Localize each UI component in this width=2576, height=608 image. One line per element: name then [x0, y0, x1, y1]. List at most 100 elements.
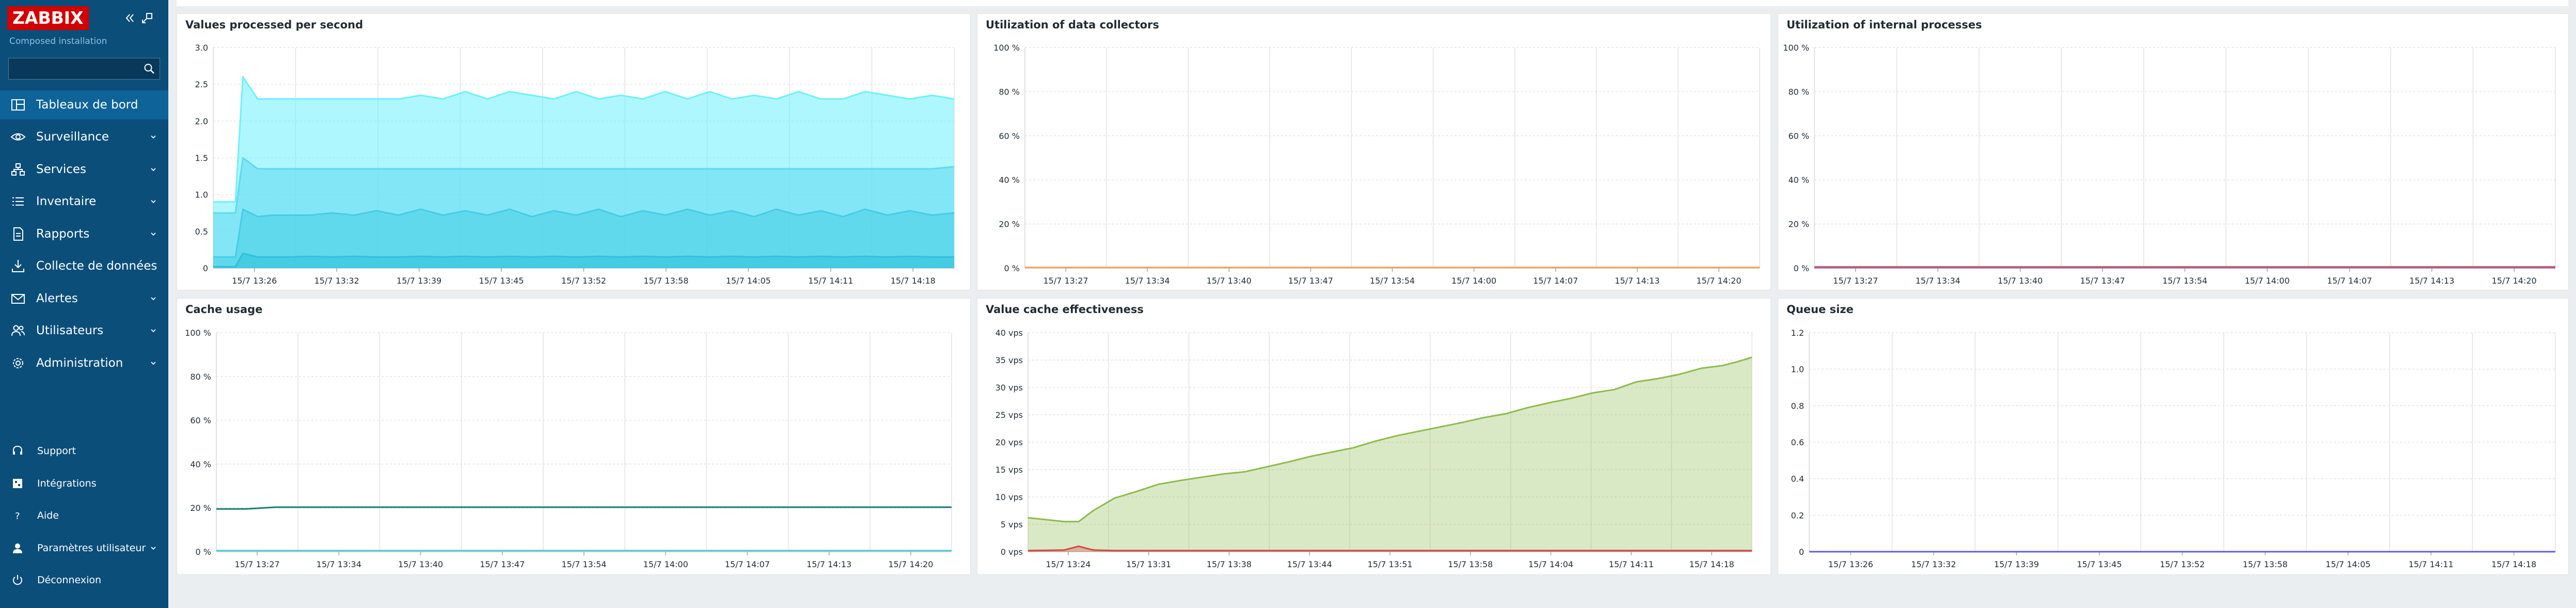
x-tick-label: 15/7 13:58	[1448, 559, 1493, 569]
y-tick-label: 40 %	[1788, 175, 1809, 185]
collapse-sidebar-icon[interactable]	[123, 11, 136, 25]
y-tick-label: 0	[1799, 547, 1804, 557]
x-tick-label: 15/7 13:54	[561, 559, 606, 569]
menu-item-administration[interactable]: Administration	[0, 349, 168, 378]
services-icon	[11, 163, 25, 176]
chevron-down-icon	[151, 297, 156, 301]
y-tick-label: 40 %	[190, 459, 211, 469]
y-tick-label: 0 %	[1794, 263, 1809, 273]
widget-queue-size[interactable]: Queue size 0 0.2 0.4 0.6 0.8 1.0 1.2 15/7 13:26…	[1778, 298, 2569, 575]
chevron-down-icon	[151, 362, 156, 365]
chevron-down-icon	[151, 232, 156, 236]
x-tick-label: 15/7 14:07	[2327, 276, 2372, 286]
widget-internal-processes[interactable]: Utilization of internal processes 0 % 20 …	[1778, 13, 2569, 290]
x-tick-label: 15/7 13:24	[1046, 559, 1091, 569]
x-tick-label: 15/7 14:13	[2409, 276, 2454, 286]
chart-values-processed: 0 0.5 1.0 1.5 2.0 2.5 3.0 15/7 13:26 15/7 13:32 1…	[195, 43, 955, 286]
y-tick-label: 10 vps	[995, 492, 1023, 502]
x-tick-label: 15/7 14:20	[2492, 276, 2537, 286]
chart-data-collectors: 0 % 20 % 40 % 60 % 80 % 100 % 15/7 13:27 15/7 1…	[993, 43, 1760, 286]
y-tick-label: 80 %	[999, 87, 1020, 97]
x-tick-label: 15/7 14:11	[808, 276, 853, 286]
y-tick-label: 0.6	[1791, 438, 1804, 447]
widget-cache-usage[interactable]: Cache usage 0 % 20 % 40 % 60 % 80 % 100 % 15/7…	[177, 298, 971, 575]
list-icon	[12, 197, 24, 206]
y-tick-label: 0 %	[196, 547, 211, 557]
menu-item-monitoring[interactable]: Surveillance	[0, 122, 168, 151]
x-tick-label: 15/7 13:34	[1916, 276, 1961, 286]
chevron-down-icon	[151, 329, 156, 333]
search-icon[interactable]	[143, 63, 155, 75]
kiosk-mode-icon[interactable]	[140, 11, 154, 25]
x-tick-label: 15/7 14:00	[1451, 276, 1496, 286]
series-area	[1028, 357, 1752, 552]
x-tick-label: 15/7 14:00	[643, 559, 688, 569]
x-tick-label: 15/7 13:39	[1994, 559, 2039, 569]
x-tick-label: 15/7 13:40	[1207, 276, 1252, 286]
y-tick-label: 1.0	[1791, 365, 1804, 375]
y-tick-label: 20 %	[190, 503, 211, 513]
y-tick-label: 80 %	[190, 372, 211, 382]
x-tick-label: 15/7 14:18	[891, 276, 936, 286]
dashboard-icon	[11, 99, 25, 111]
x-tick-label: 15/7 13:45	[2077, 559, 2122, 569]
menu-item-services[interactable]: Services	[0, 155, 168, 184]
search-input[interactable]	[9, 58, 144, 80]
widget-values-processed[interactable]: Values processed per second 0 0.5 1.0 1.5 2.…	[177, 13, 971, 290]
y-tick-label: 60 %	[999, 131, 1020, 141]
y-tick-label: 1.0	[195, 190, 208, 200]
menu-item-alerts[interactable]: Alertes	[0, 284, 168, 313]
zabbix-logo[interactable]: ZABBIX	[7, 6, 89, 30]
search-box	[8, 58, 160, 80]
widget-top-edge	[2177, 0, 2568, 6]
x-tick-label: 15/7 14:20	[1696, 276, 1741, 286]
util-item-help[interactable]: ? Aide	[0, 503, 168, 528]
menu-item-label: Surveillance	[36, 130, 109, 144]
x-tick-label: 15/7 14:07	[1533, 276, 1578, 286]
y-tick-label: 0.4	[1791, 474, 1804, 484]
power-icon	[13, 575, 22, 585]
x-tick-label: 15/7 13:47	[1288, 276, 1333, 286]
report-icon	[13, 227, 23, 241]
chevron-down-icon	[151, 168, 156, 172]
x-tick-label: 15/7 13:40	[398, 559, 443, 569]
menu-item-reports[interactable]: Rapports	[0, 220, 168, 248]
util-item-user-settings[interactable]: Paramètres utilisateur	[0, 535, 168, 561]
eye-icon	[10, 133, 26, 141]
users-icon	[11, 325, 25, 336]
headset-icon	[13, 445, 22, 455]
y-tick-label: 100 %	[993, 43, 1020, 53]
x-tick-label: 15/7 13:51	[1367, 559, 1412, 569]
menu-item-label: Utilisateurs	[36, 324, 104, 337]
menu-item-users[interactable]: Utilisateurs	[0, 316, 168, 345]
x-tick-label: 15/7 13:34	[1125, 276, 1170, 286]
x-tick-label: 15/7 14:13	[807, 559, 851, 569]
y-tick-label: 100 %	[1783, 43, 1809, 53]
x-tick-label: 15/7 14:11	[1609, 559, 1654, 569]
util-item-support[interactable]: Support	[0, 438, 168, 464]
x-tick-label: 15/7 14:18	[1689, 559, 1734, 569]
menu-item-label: Inventaire	[36, 195, 97, 208]
util-item-integrations[interactable]: Intégrations	[0, 471, 168, 496]
menu-item-label: Rapports	[36, 227, 90, 241]
x-tick-label: 15/7 13:58	[2242, 559, 2287, 569]
y-tick-label: 35 vps	[995, 355, 1023, 365]
x-tick-label: 15/7 13:52	[561, 276, 606, 286]
menu-item-data-collection[interactable]: Collecte de données	[0, 252, 168, 280]
svg-text:?: ?	[15, 511, 20, 522]
y-tick-label: 40 %	[999, 175, 1020, 185]
x-tick-label: 15/7 13:26	[1828, 559, 1873, 569]
util-item-logout[interactable]: Déconnexion	[0, 567, 168, 593]
util-item-label: Intégrations	[37, 478, 97, 489]
download-icon	[12, 260, 24, 272]
y-tick-label: 15 vps	[995, 465, 1023, 475]
widget-data-collectors[interactable]: Utilization of data collectors 0 % 20 % 40…	[977, 13, 1771, 290]
y-tick-label: 100 %	[185, 328, 211, 338]
y-tick-label: 20 %	[1788, 220, 1809, 229]
menu-item-inventory[interactable]: Inventaire	[0, 187, 168, 216]
menu-item-label: Services	[36, 163, 86, 176]
menu-item-dashboards[interactable]: Tableaux de bord	[0, 90, 168, 119]
x-tick-label: 15/7 13:54	[2162, 276, 2207, 286]
widget-value-cache[interactable]: Value cache effectiveness 0 vps 5 vps 10 v…	[977, 298, 1771, 575]
y-tick-label: 1.5	[195, 153, 208, 163]
